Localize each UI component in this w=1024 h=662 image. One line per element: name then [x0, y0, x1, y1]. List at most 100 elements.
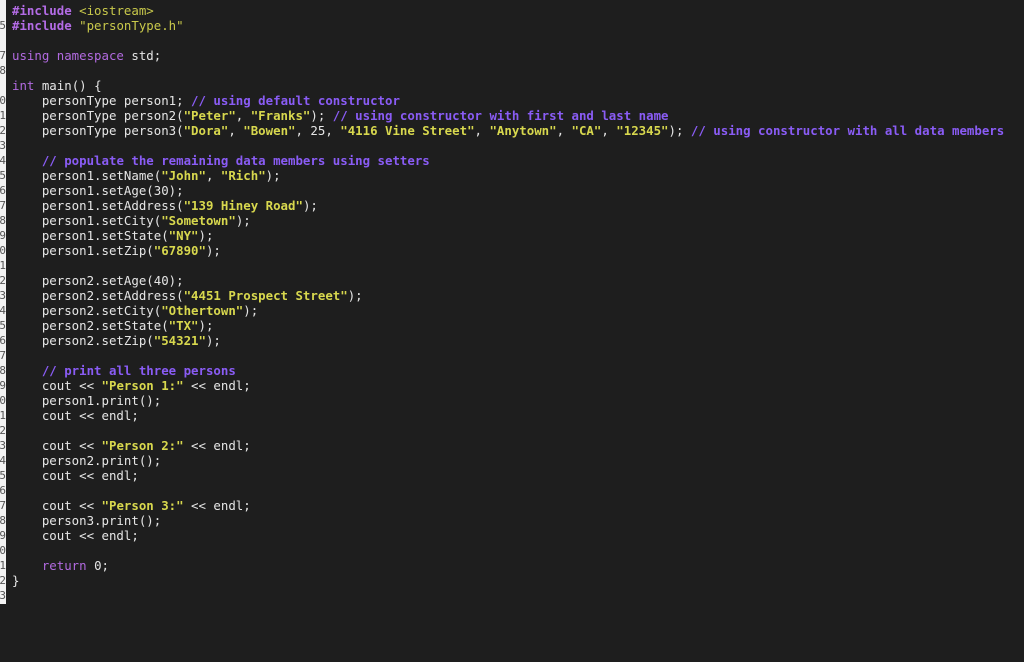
comment-token: // print all three persons [41, 363, 236, 378]
plain-token: person2.print(); [12, 453, 162, 468]
line-number [0, 33, 6, 48]
code-line: // print all three persons [12, 363, 236, 378]
line-number: 1 [0, 409, 6, 422]
plain-token: cout << [12, 498, 102, 513]
plain-token: person3.print(); [12, 513, 162, 528]
string-token: "Franks" [250, 108, 311, 123]
code-line: personType person2("Peter", "Franks"); /… [12, 108, 669, 123]
string-token: "Bowen" [243, 123, 296, 138]
plain-token: } [12, 573, 20, 588]
plain-token: , [325, 123, 341, 138]
string-token: "TX" [168, 318, 199, 333]
plain-token: person1.setCity( [12, 213, 162, 228]
plain-token: ); [168, 273, 184, 288]
line-number: 3 [0, 139, 6, 152]
plain-token: personType person1; [12, 93, 192, 108]
string-token: "4116 Vine Street" [340, 123, 475, 138]
line-number: 5 [0, 169, 6, 182]
directive-token: #include [12, 18, 80, 33]
plain-token: ); [205, 333, 221, 348]
line-number: 0 [0, 244, 6, 257]
line-number: 6 [0, 184, 6, 197]
string-token: "Rich" [220, 168, 266, 183]
line-number: 0 [0, 394, 6, 407]
code-line: person2.setCity("Othertown"); [12, 303, 258, 318]
code-editor[interactable]: 57801234567890123456789012345678901234 #… [0, 0, 1024, 662]
line-number: 8 [0, 214, 6, 227]
code-line: cout << endl; [12, 528, 139, 543]
comment-token: // using constructor with first and last… [332, 108, 669, 123]
comment-token: // using constructor with all data membe… [690, 123, 1005, 138]
include-path-token: <iostream> [79, 3, 154, 18]
line-number: 5 [0, 19, 6, 32]
string-token: "CA" [571, 123, 602, 138]
number-token: 0 [94, 558, 102, 573]
code-line: return 0; [12, 558, 109, 573]
string-token: "John" [161, 168, 206, 183]
keyword-token: return [41, 558, 87, 573]
plain-token: person1.setZip( [12, 243, 154, 258]
line-number: 1 [0, 109, 6, 122]
code-line: person1.setState("NY"); [12, 228, 214, 243]
plain-token: , [474, 123, 490, 138]
code-line: #include "personType.h" [12, 18, 184, 33]
code-line: person1.setCity("Sometown"); [12, 213, 251, 228]
code-line: #include <iostream> [12, 3, 154, 18]
plain-token: << endl; [183, 498, 251, 513]
plain-token: ); [347, 288, 363, 303]
plain-token: ); [243, 303, 259, 318]
string-token: "67890" [153, 243, 206, 258]
code-line: personType person3("Dora", "Bowen", 25, … [12, 123, 1004, 138]
code-line: cout << "Person 2:" << endl; [12, 438, 251, 453]
line-number: 7 [0, 499, 6, 512]
code-line: cout << endl; [12, 408, 139, 423]
line-number: 2 [0, 274, 6, 287]
plain-token: ; [101, 558, 110, 573]
plain-token: person1.setAge( [12, 183, 154, 198]
line-number: 5 [0, 469, 6, 482]
code-line: cout << "Person 1:" << endl; [12, 378, 251, 393]
plain-token: personType person2( [12, 108, 184, 123]
line-number: 3 [0, 289, 6, 302]
plain-token: ); [310, 108, 333, 123]
plain-token: , [556, 123, 572, 138]
plain-token: person1.setName( [12, 168, 162, 183]
line-number: 0 [0, 544, 6, 557]
line-number: 7 [0, 49, 6, 62]
code-line: person1.setAge(30); [12, 183, 184, 198]
line-number: 4 [0, 454, 6, 467]
line-number: 8 [0, 364, 6, 377]
plain-token: << endl; [183, 438, 251, 453]
plain-token: person1.print(); [12, 393, 162, 408]
line-number: 7 [0, 349, 6, 362]
code-line: } [12, 573, 19, 588]
code-line: person2.setAge(40); [12, 273, 184, 288]
keyword-token: using namespace [12, 48, 124, 63]
string-token: "Sometown" [161, 213, 236, 228]
plain-token: cout << endl; [12, 528, 139, 543]
code-line: cout << "Person 3:" << endl; [12, 498, 251, 513]
plain-token: , [228, 123, 244, 138]
string-token: "54321" [153, 333, 206, 348]
keyword-token: int [12, 78, 35, 93]
plain-token: person2.setCity( [12, 303, 162, 318]
line-number: 4 [0, 603, 6, 604]
string-token: "4451 Prospect Street" [183, 288, 348, 303]
include-path-token: "personType.h" [79, 18, 184, 33]
code-line: using namespace std; [12, 48, 161, 63]
line-number: 3 [0, 439, 6, 452]
line-number: 7 [0, 199, 6, 212]
comment-token: // using default constructor [191, 93, 400, 108]
line-number: 3 [0, 589, 6, 602]
plain-token: person2.setZip( [12, 333, 154, 348]
line-number-gutter: 57801234567890123456789012345678901234 [0, 0, 6, 604]
plain-token: std; [123, 48, 162, 63]
plain-token: person1.setAddress( [12, 198, 184, 213]
line-number [0, 3, 6, 18]
plain-token: cout << [12, 378, 102, 393]
plain-token: ); [235, 213, 251, 228]
plain-token: ); [205, 243, 221, 258]
